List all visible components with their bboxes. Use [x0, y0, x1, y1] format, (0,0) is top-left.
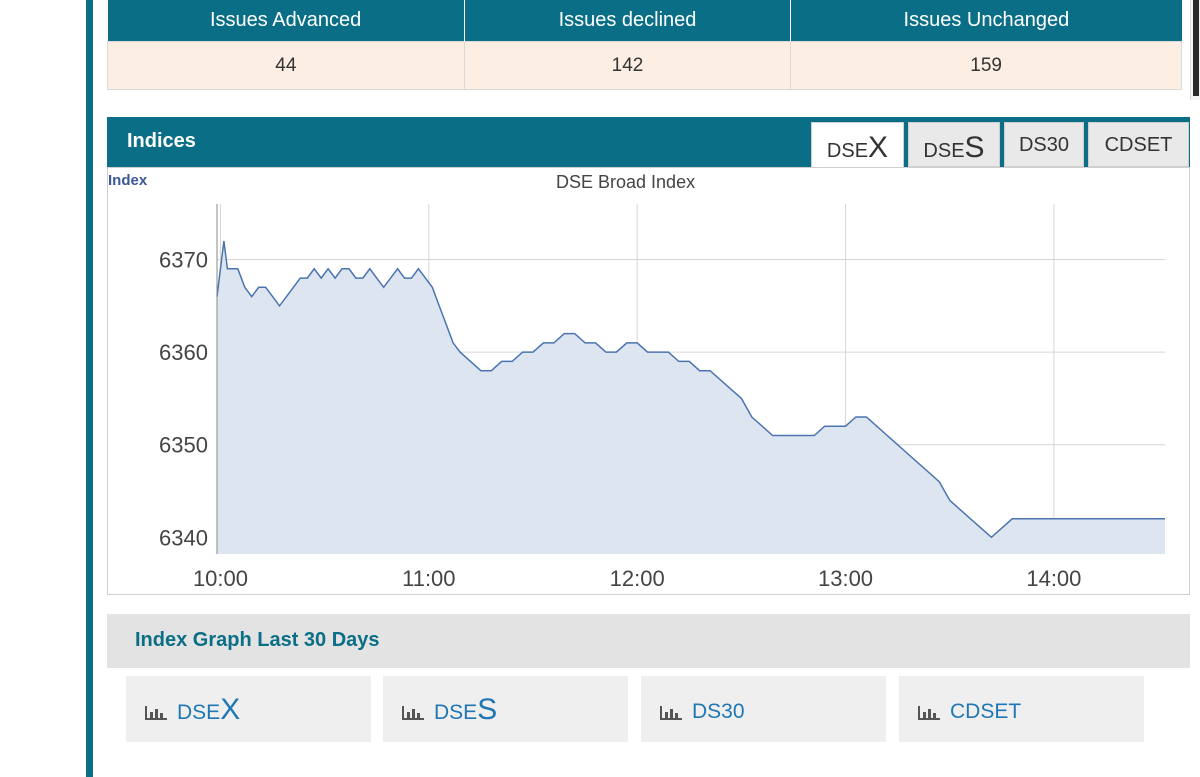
tab-dsex-suffix: X	[868, 131, 889, 164]
bar-chart-icon	[918, 706, 940, 720]
indices-header: Indices DSEX DSES DS30 CDSET	[107, 117, 1190, 172]
graph-cdset-label: CDSET	[950, 700, 1022, 723]
y-tick-label: 6350	[159, 433, 208, 458]
x-tick-label: 11:00	[402, 566, 455, 591]
graph-30-days-ds30-button[interactable]: DS30	[641, 676, 886, 742]
indices-title: Indices	[127, 130, 196, 152]
issues-advanced-value: 44	[107, 41, 465, 90]
graph-dses-suffix: S	[477, 693, 498, 726]
scrollbar-thumb[interactable]	[1193, 0, 1199, 96]
index-graph-30-days-title: Index Graph Last 30 Days	[135, 629, 380, 651]
issues-table: Issues Advanced Issues declined Issues U…	[107, 0, 1182, 90]
bar-chart-icon	[145, 706, 167, 720]
left-border	[86, 0, 93, 777]
series-area	[217, 241, 1165, 554]
chart-title: DSE Broad Index	[556, 172, 696, 192]
tab-dsex-prefix: DSE	[826, 140, 869, 162]
x-tick-label: 10:00	[193, 566, 248, 591]
issues-declined-header: Issues declined	[464, 0, 792, 42]
y-axis-label: Index	[108, 172, 148, 189]
issues-declined-value: 142	[463, 41, 792, 90]
issues-value-row: 44 142 159	[107, 41, 1182, 90]
x-tick-label: 12:00	[610, 566, 665, 591]
tab-dses[interactable]: DSES	[908, 122, 1000, 167]
tab-ds30[interactable]: DS30	[1004, 122, 1084, 167]
tab-cdset-label: CDSET	[1104, 134, 1173, 156]
graph-dses-prefix: DSE	[434, 701, 478, 724]
graph-dsex-suffix: X	[220, 693, 241, 726]
index-chart: 6340 6350 6360 6370 10:00 11:00 12:00 13:00 14:0…	[159, 204, 1165, 591]
graph-30-days-dses-button[interactable]: DSES	[383, 676, 628, 742]
issues-header-row: Issues Advanced Issues declined Issues U…	[107, 0, 1182, 42]
issues-unchanged-header: Issues Unchanged	[790, 0, 1182, 42]
y-tick-label: 6370	[159, 248, 208, 273]
tab-dsex[interactable]: DSEX	[811, 122, 904, 172]
y-tick-label: 6340	[159, 525, 208, 550]
issues-advanced-header: Issues Advanced	[107, 0, 465, 42]
issues-unchanged-value: 159	[790, 41, 1182, 90]
graph-dsex-prefix: DSE	[177, 701, 221, 724]
scrollbar[interactable]	[1190, 0, 1200, 100]
graph-30-days-cdset-button[interactable]: CDSET	[899, 676, 1144, 742]
bar-chart-icon	[660, 706, 682, 720]
tab-dses-suffix: S	[964, 131, 985, 164]
index-graph-30-days-header: Index Graph Last 30 Days	[107, 614, 1190, 668]
tab-dses-prefix: DSE	[923, 140, 965, 162]
graph-ds30-label: DS30	[692, 700, 745, 723]
x-tick-label: 14:00	[1026, 566, 1081, 591]
y-tick-label: 6360	[159, 340, 208, 365]
graph-30-days-dsex-button[interactable]: DSEX	[126, 676, 371, 742]
bar-chart-icon	[402, 706, 424, 720]
x-tick-label: 13:00	[818, 566, 873, 591]
tab-ds30-label: DS30	[1018, 134, 1070, 156]
tab-cdset[interactable]: CDSET	[1088, 122, 1189, 167]
